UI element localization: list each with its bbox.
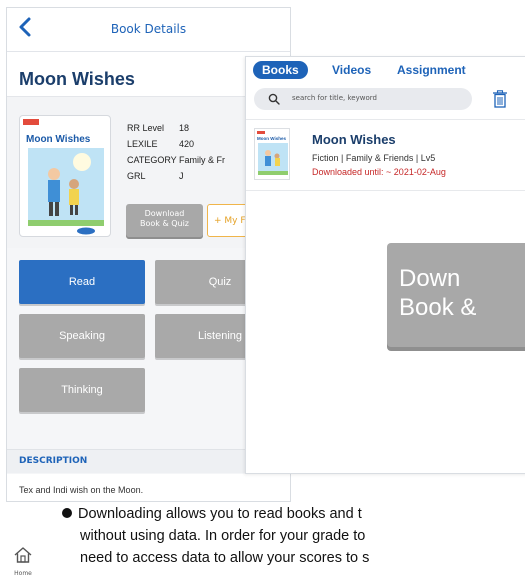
app-header: Book Details bbox=[7, 8, 290, 52]
screenshot-stage: Book Details Moon Wishes Moon Wishes RR … bbox=[0, 0, 525, 584]
cover-illustration: Moon Wishes bbox=[23, 119, 104, 235]
tab-assignment[interactable]: Assignment bbox=[397, 63, 466, 77]
search-input[interactable]: search for title, keyword bbox=[254, 88, 472, 110]
home-nav-button[interactable]: Home bbox=[8, 545, 38, 581]
thumbnail-title: Moon Wishes bbox=[257, 136, 286, 141]
download-book-button-zoomed[interactable]: Down Book & bbox=[387, 243, 525, 347]
tab-books[interactable]: Books bbox=[253, 61, 308, 79]
cover-title: Moon Wishes bbox=[26, 134, 91, 145]
trash-icon[interactable] bbox=[492, 90, 508, 108]
header-title: Book Details bbox=[110, 22, 187, 36]
thumbnail-illustration: Moon Wishes bbox=[257, 131, 288, 175]
book-meta: Fiction | Family & Friends | Lv5 bbox=[312, 153, 436, 163]
download-expiry: Downloaded until: ~ 2021-02-Aug bbox=[312, 167, 446, 177]
info-label: LEXILE bbox=[127, 139, 158, 149]
info-value: J bbox=[179, 171, 184, 181]
download-book-quiz-button[interactable]: Download Book & Quiz bbox=[126, 204, 203, 237]
tab-videos[interactable]: Videos bbox=[332, 63, 371, 77]
info-value: 420 bbox=[179, 139, 195, 149]
info-label: RR Level bbox=[127, 123, 165, 133]
note-line-3: need to access data to allow your scores… bbox=[80, 550, 370, 566]
info-label: CATEGORY bbox=[127, 155, 177, 165]
info-grl: GRL J bbox=[127, 171, 184, 181]
book-list-item[interactable]: Moon Wishes Moon Wishes Fiction | Family… bbox=[246, 119, 525, 191]
speaking-button[interactable]: Speaking bbox=[19, 314, 145, 358]
note-line-2: without using data. In order for your gr… bbox=[80, 528, 366, 544]
home-label: Home bbox=[14, 570, 32, 577]
book-title: Moon Wishes bbox=[312, 132, 396, 147]
book-list-screen: Books Videos Assignment search for title… bbox=[245, 56, 525, 474]
thinking-button[interactable]: Thinking bbox=[19, 368, 145, 412]
bullet-icon bbox=[62, 508, 72, 518]
note-line-1: Downloading allows you to read books and… bbox=[62, 503, 525, 525]
info-label: GRL bbox=[127, 171, 146, 181]
info-category: CATEGORY Family & Fr bbox=[127, 155, 225, 165]
info-rr-level: RR Level 18 bbox=[127, 123, 189, 133]
info-lexile: LEXILE 420 bbox=[127, 139, 194, 149]
big-button-line1: Down bbox=[399, 265, 461, 292]
big-button-line2: Book & bbox=[399, 293, 477, 321]
search-icon bbox=[268, 93, 280, 105]
home-icon bbox=[14, 547, 32, 563]
info-value: Family & Fr bbox=[179, 155, 225, 165]
info-value: 18 bbox=[179, 123, 190, 133]
book-cover-image: Moon Wishes bbox=[19, 115, 111, 237]
book-thumbnail: Moon Wishes bbox=[254, 128, 290, 180]
search-placeholder: search for title, keyword bbox=[292, 94, 377, 102]
download-note: Downloading allows you to read books and… bbox=[62, 503, 525, 569]
read-button[interactable]: Read bbox=[19, 260, 145, 304]
description-text: Tex and Indi wish on the Moon. bbox=[7, 474, 290, 501]
tab-bar: Books Videos Assignment bbox=[246, 57, 525, 85]
note-line-1-text: Downloading allows you to read books and… bbox=[78, 506, 362, 522]
